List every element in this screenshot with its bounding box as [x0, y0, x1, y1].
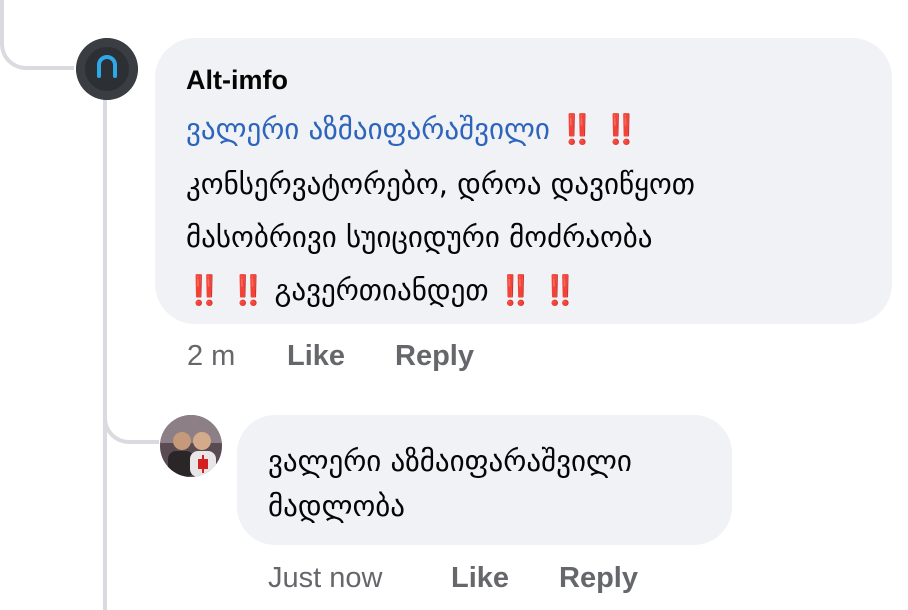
emphasis-marks-end: ‼️ ‼️	[497, 273, 578, 307]
reply-avatar[interactable]	[160, 415, 222, 477]
comment-line-1: კონსერვატორებო, დროა დავიწყოთ	[186, 167, 696, 201]
emphasis-marks-start: ‼️ ‼️	[186, 273, 266, 307]
reply-timestamp: Just now	[268, 562, 383, 594]
comment-line-3: ‼️ ‼️ გავერთიანდეთ ‼️ ‼️	[186, 273, 578, 308]
reply-like-button[interactable]: Like	[451, 562, 509, 595]
comment-line-2: მასობრივი სუიციდური მოძრაობა	[186, 220, 653, 254]
thread-connector-reply	[103, 390, 159, 444]
reply-text: მადლობა	[268, 489, 405, 523]
reply-line-mention: ვალერი აზმაიფარაშვილი	[268, 444, 632, 478]
comment-mention-link[interactable]: ვალერი აზმაიფარაშვილი	[186, 112, 550, 146]
comment-line-mention: ვალერი აზმაიფარაშვილი ‼️ ‼️	[186, 112, 639, 147]
comment-timestamp: 2 m	[187, 340, 236, 372]
comment-reply-button[interactable]: Reply	[395, 340, 474, 373]
reply-actions: Just now Like Reply	[268, 562, 688, 598]
thread-line-vertical	[103, 95, 107, 610]
reply-reply-button[interactable]: Reply	[559, 562, 638, 595]
reply-mention-link[interactable]: ვალერი აზმაიფარაშვილი	[268, 444, 632, 478]
comment-line-3-text: გავერთიანდეთ	[274, 273, 489, 307]
comment-author[interactable]: Alt-imfo	[186, 65, 288, 96]
user-photo-icon	[160, 415, 222, 477]
emphasis-marks: ‼️ ‼️	[559, 112, 639, 146]
comment-like-button[interactable]: Like	[287, 340, 345, 373]
alt-imfo-logo-icon	[76, 38, 138, 100]
alt-imfo-avatar[interactable]	[76, 38, 138, 100]
thread-connector-top	[0, 0, 74, 70]
reply-bubble	[237, 415, 732, 545]
comment-actions: 2 m Like Reply	[187, 340, 587, 376]
